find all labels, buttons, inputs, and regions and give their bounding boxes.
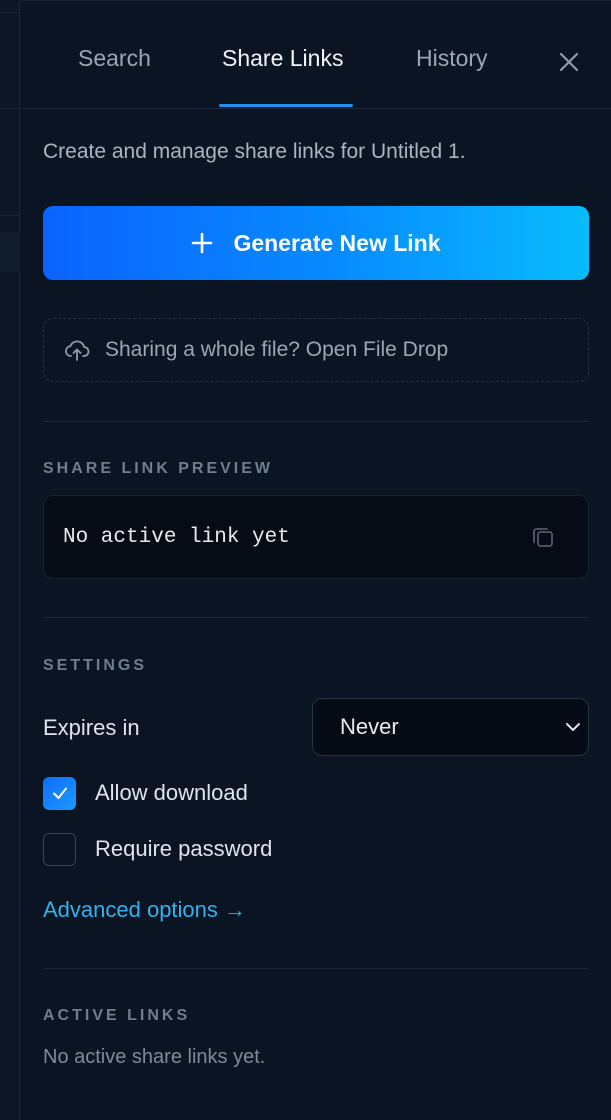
require-password-checkbox[interactable]: Require password — [43, 832, 272, 866]
panel-tabs: Search Share Links History — [21, 1, 611, 109]
generate-new-link-button[interactable]: Generate New Link — [43, 206, 589, 280]
generate-button-label: Generate New Link — [233, 229, 441, 256]
copy-link-button[interactable] — [530, 524, 556, 550]
share-panel: Search Share Links History Create and ma… — [21, 0, 611, 1120]
divider — [43, 421, 589, 422]
chevron-down-icon — [566, 723, 580, 731]
checkmark-icon — [52, 787, 67, 799]
checkbox-checked[interactable] — [43, 776, 76, 810]
expires-in-label: Expires in — [43, 715, 140, 740]
share-link-preview-value: No active link yet — [63, 526, 290, 549]
allow-download-label: Allow download — [95, 780, 248, 805]
share-link-preview-heading: SHARE LINK PREVIEW — [43, 460, 274, 477]
divider — [43, 968, 589, 969]
panel-description: Create and manage share links for Untitl… — [43, 140, 466, 163]
close-panel-button[interactable] — [557, 50, 581, 74]
plus-icon — [192, 232, 213, 254]
active-tab-indicator — [219, 104, 353, 107]
copy-icon — [533, 528, 553, 547]
active-links-empty-state: No active share links yet. — [43, 1046, 266, 1068]
settings-heading: SETTINGS — [43, 657, 148, 674]
background-app-edge — [0, 0, 20, 1120]
advanced-options-link[interactable]: Advanced options → — [43, 897, 246, 923]
tab-search[interactable]: Search — [78, 45, 151, 72]
expires-in-select[interactable]: Never — [312, 698, 589, 756]
allow-download-checkbox[interactable]: Allow download — [43, 776, 248, 810]
app-window: Search Share Links History Create and ma… — [0, 0, 611, 1120]
cloud-upload-icon — [65, 340, 90, 361]
divider — [43, 617, 589, 618]
tab-share-links[interactable]: Share Links — [222, 45, 343, 72]
tab-history[interactable]: History — [416, 45, 488, 72]
expires-in-value: Never — [340, 714, 399, 739]
open-file-drop-link[interactable]: Sharing a whole file? Open File Drop — [43, 318, 589, 382]
require-password-label: Require password — [95, 836, 273, 861]
file-drop-label: Sharing a whole file? Open File Drop — [105, 338, 449, 361]
checkbox-unchecked[interactable] — [43, 832, 76, 866]
share-link-preview-box: No active link yet — [43, 495, 589, 579]
active-links-heading: ACTIVE LINKS — [43, 1007, 191, 1024]
close-icon — [559, 52, 579, 72]
